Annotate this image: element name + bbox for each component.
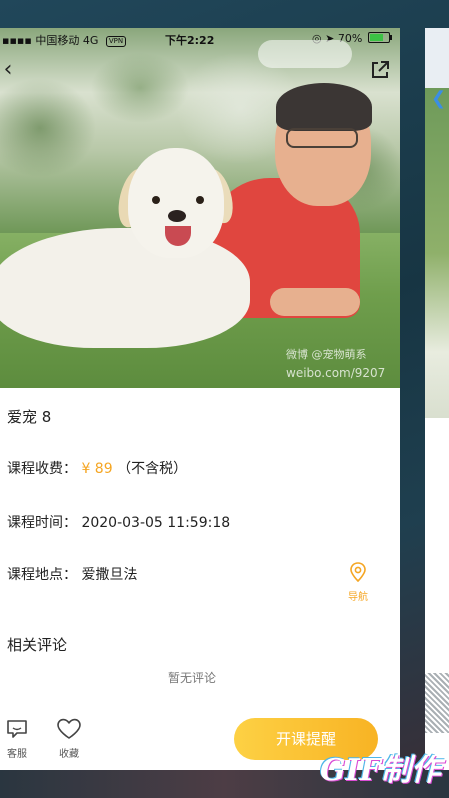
adjacent-card-photo [425, 88, 449, 418]
favorite-button[interactable]: 收藏 [52, 718, 86, 760]
share-button[interactable] [368, 58, 392, 82]
hero-watermark-handle: 微博 @宠物萌系 [286, 348, 367, 361]
battery-tip [389, 35, 392, 40]
hero-watermark: 微博 @宠物萌系 weibo.com/9207 [286, 346, 400, 386]
hero-dog-nose [168, 210, 186, 222]
dynamic-island-pill [258, 40, 352, 68]
signal-icon: ▪▪▪▪ [2, 34, 32, 47]
comments-heading: 相关评论 [7, 636, 68, 654]
customer-service-button[interactable]: 客服 [0, 718, 34, 760]
status-left: ▪▪▪▪ 中国移动 4G VPN [2, 32, 127, 48]
hero-man-hair [276, 83, 372, 131]
fee-label: 课程收费： [7, 461, 77, 477]
course-hero-image: 微博 @宠物萌系 weibo.com/9207 [0, 28, 400, 388]
course-fee-row: 课程收费： ¥ 89 （不含税） [7, 458, 187, 478]
fee-tax-note: （不含税） [117, 461, 188, 477]
gif-maker-watermark: GIF制作 [320, 753, 441, 788]
adjacent-card-header [425, 28, 449, 88]
time-label: 课程时间： [7, 515, 77, 531]
back-button[interactable]: ‹ [0, 56, 20, 84]
customer-service-label: 客服 [7, 749, 27, 760]
status-time: 下午2:22 [165, 34, 215, 47]
hero-man-arm [270, 288, 360, 316]
vpn-badge: VPN [105, 36, 127, 47]
battery-fill [369, 34, 383, 41]
chevron-left-icon: ‹ [3, 57, 13, 82]
hero-man-glasses [286, 128, 358, 148]
location-label: 课程地点： [7, 567, 77, 583]
hero-watermark-url: weibo.com/9207 [286, 366, 386, 380]
course-title: 爱宠 8 [7, 408, 52, 426]
navigate-button[interactable]: 导航 [340, 562, 376, 604]
adjacent-back-icon: ❮ [431, 88, 447, 109]
hero-dog-eye-right [196, 196, 204, 204]
heart-icon [57, 718, 81, 739]
chat-bubble-icon [7, 720, 27, 738]
network-type: 4G [82, 34, 99, 47]
no-comments-text: 暂无评论 [167, 671, 216, 685]
carrier-name: 中国移动 [35, 34, 80, 47]
favorite-label: 收藏 [59, 749, 79, 760]
adjacent-card-qr-fragment [425, 673, 449, 733]
share-icon [372, 61, 389, 78]
navigate-label: 导航 [348, 592, 368, 603]
adjacent-app-card[interactable]: ❮ [425, 28, 449, 770]
hero-dog-eye-left [152, 196, 160, 204]
map-pin-icon [350, 562, 366, 583]
fee-price: ¥ 89 [81, 461, 113, 477]
course-detail-card[interactable]: 微博 @宠物萌系 weibo.com/9207 ▪▪▪▪ 中国移动 4G VPN… [0, 28, 400, 770]
time-value: 2020-03-05 11:59:18 [81, 515, 231, 531]
battery-icon [367, 32, 392, 43]
location-value: 爱撒旦法 [81, 567, 138, 583]
course-location-row: 课程地点： 爱撒旦法 [7, 564, 137, 584]
hero-dog-body [0, 228, 250, 348]
course-time-row: 课程时间： 2020-03-05 11:59:18 [7, 512, 230, 532]
